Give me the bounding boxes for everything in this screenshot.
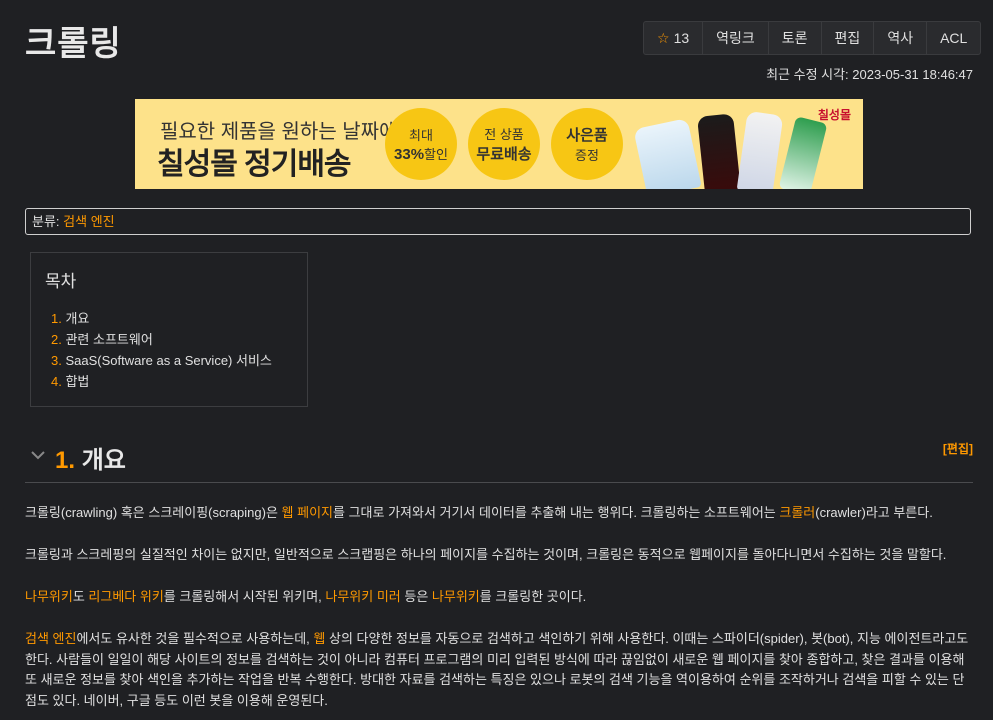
toc-item[interactable]: 2. 관련 소프트웨어 bbox=[45, 329, 293, 350]
section-number[interactable]: 1. bbox=[55, 447, 75, 474]
section-title: 1. 개요 bbox=[55, 447, 126, 474]
ad-banner[interactable]: 필요한 제품을 원하는 날짜에 칠성몰 정기배송 최대 33%할인 전 상품 무… bbox=[135, 99, 863, 189]
toc-title: 목차 bbox=[45, 272, 77, 291]
link-rigveda-wiki[interactable]: 리그베다 위키 bbox=[88, 589, 163, 604]
chevron-down-icon[interactable] bbox=[29, 446, 47, 469]
toc-item[interactable]: 3. SaaS(Software as a Service) 서비스 bbox=[45, 350, 293, 371]
link-namuwiki[interactable]: 나무위키 bbox=[432, 589, 480, 604]
toc-item[interactable]: 4. 합법 bbox=[45, 371, 293, 392]
link-namuwiki[interactable]: 나무위키 bbox=[25, 589, 73, 604]
paragraph: 나무위키도 리그베다 위키를 크롤링해서 시작된 위키며, 나무위키 미러 등은… bbox=[25, 589, 587, 604]
link-crawler[interactable]: 크롤러 bbox=[779, 505, 815, 520]
toc-item[interactable]: 1. 개요 bbox=[45, 308, 293, 329]
paragraph: 크롤링(crawling) 혹은 스크레이핑(scraping)은 웹 페이지를… bbox=[25, 505, 933, 520]
star-button[interactable]: ☆ 13 bbox=[644, 22, 704, 54]
backlinks-button[interactable]: 역링크 bbox=[703, 22, 769, 54]
cola-bottle-image bbox=[697, 113, 741, 189]
history-button[interactable]: 역사 bbox=[874, 22, 928, 54]
acl-button[interactable]: ACL bbox=[927, 22, 980, 54]
section-heading: 1. 개요 [편집] bbox=[25, 436, 973, 483]
discuss-button[interactable]: 토론 bbox=[769, 22, 822, 54]
edit-button[interactable]: 편집 bbox=[822, 22, 875, 54]
link-search-engine[interactable]: 검색 엔진 bbox=[25, 631, 76, 646]
category-box: 분류: 검색 엔진 bbox=[25, 208, 971, 235]
article-toolbar: ☆ 13 역링크 토론 편집 역사 ACL bbox=[643, 21, 982, 55]
paragraph: 검색 엔진에서도 유사한 것을 필수적으로 사용하는데, 웹 상의 다양한 정보… bbox=[25, 631, 969, 708]
link-web-page[interactable]: 웹 페이지 bbox=[282, 505, 333, 520]
page-title: 크롤링 bbox=[25, 25, 122, 63]
water-bottle-image bbox=[633, 118, 702, 189]
last-modified: 최근 수정 시각: 2023-05-31 18:46:47 bbox=[766, 67, 973, 82]
link-namuwiki-mirror[interactable]: 나무위키 미러 bbox=[325, 589, 400, 604]
brand-logo: 칠성몰 bbox=[817, 108, 851, 122]
ad-line2: 칠성몰 정기배송 bbox=[157, 148, 352, 181]
ad-shipping-circle: 전 상품 무료배송 bbox=[468, 108, 540, 180]
can-image bbox=[778, 116, 828, 189]
ad-gift-circle: 사은품 증정 bbox=[551, 108, 623, 180]
table-of-contents: 목차 1. 개요 2. 관련 소프트웨어 3. SaaS(Software as… bbox=[30, 252, 308, 407]
ad-discount-circle: 최대 33%할인 bbox=[385, 108, 457, 180]
category-link[interactable]: 검색 엔진 bbox=[63, 214, 114, 229]
star-count: 13 bbox=[673, 30, 690, 46]
paragraph: 크롤링과 스크레핑의 실질적인 차이는 없지만, 일반적으로 스크랩핑은 하나의… bbox=[25, 547, 947, 562]
soda-bottle-image bbox=[736, 110, 784, 189]
category-label: 분류: bbox=[32, 214, 60, 229]
link-web[interactable]: 웹 bbox=[313, 631, 325, 646]
star-icon: ☆ bbox=[657, 29, 670, 46]
section-edit-link[interactable]: [편집] bbox=[943, 440, 973, 457]
